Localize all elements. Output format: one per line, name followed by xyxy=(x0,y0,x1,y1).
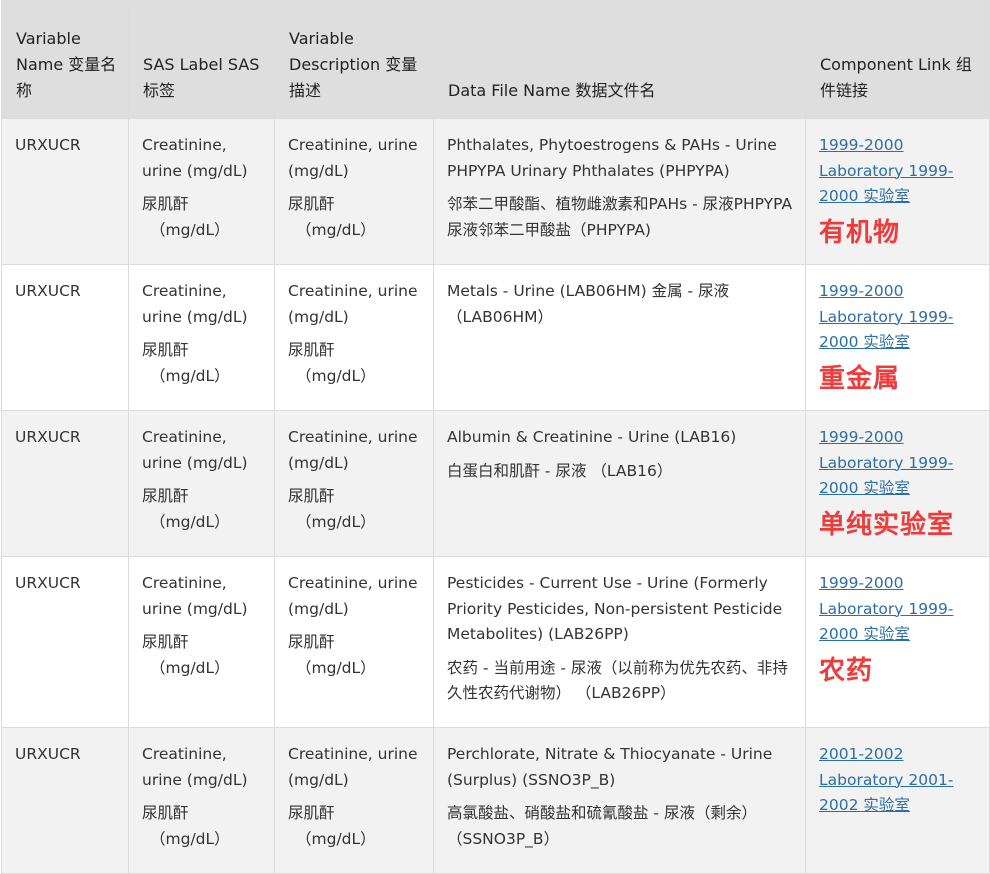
data-file-zh: 邻苯二甲酸酯、植物雌激素和PAHs - 尿液PHPYPA尿液邻苯二甲酸盐（PHP… xyxy=(447,195,793,239)
variable-name-cell: URXUCR xyxy=(1,410,129,557)
variable-name: URXUCR xyxy=(15,574,81,592)
description-cell: Creatinine, urine (mg/dL) 尿肌酐 （mg/dL） xyxy=(274,264,434,411)
sas-label-cell: Creatinine, urine (mg/dL) 尿肌酐 （mg/dL） xyxy=(128,118,275,265)
description-cell: Creatinine, urine (mg/dL) 尿肌酐 （mg/dL） xyxy=(274,556,434,728)
variable-name: URXUCR xyxy=(15,428,81,446)
sas-label-en: Creatinine, urine (mg/dL) xyxy=(142,574,248,618)
data-file-zh: 白蛋白和肌酐 - 尿液 （LAB16） xyxy=(447,461,673,480)
variable-name-cell: URXUCR xyxy=(1,556,129,728)
category-tag: 农药 xyxy=(819,655,874,686)
sas-label-zh: 尿肌酐 xyxy=(142,633,189,651)
data-file-cell: Pesticides - Current Use - Urine (Former… xyxy=(433,556,806,728)
description-unit: （mg/dL） xyxy=(296,658,376,677)
data-file-cell: Metals - Urine (LAB06HM) 金属 - 尿液（LAB06HM… xyxy=(433,264,806,411)
data-file-en: Phthalates, Phytoestrogens & PAHs - Urin… xyxy=(447,136,777,180)
header-sas-label: SAS Label SAS标签 xyxy=(128,0,275,119)
description-zh: 尿肌酐 xyxy=(288,804,335,822)
description-cell: Creatinine, urine (mg/dL) 尿肌酐 （mg/dL） xyxy=(274,410,434,557)
description-cell: Creatinine, urine (mg/dL) 尿肌酐 （mg/dL） xyxy=(274,118,434,265)
data-file-cell: Albumin & Creatinine - Urine (LAB16) 白蛋白… xyxy=(433,410,806,557)
variable-name: URXUCR xyxy=(15,745,81,763)
description-unit: （mg/dL） xyxy=(296,220,376,239)
header-component-link: Component Link 组件链接 xyxy=(805,0,990,119)
component-link[interactable]: 1999-2000 Laboratory 1999-2000 实验室 xyxy=(819,136,953,205)
variable-name: URXUCR xyxy=(15,136,81,154)
component-cell: 1999-2000 Laboratory 1999-2000 实验室 单纯实验室 xyxy=(805,410,990,557)
table-row: URXUCR Creatinine, urine (mg/dL) 尿肌酐 （mg… xyxy=(1,727,990,874)
component-cell: 1999-2000 Laboratory 1999-2000 实验室 农药 xyxy=(805,556,990,728)
component-cell: 1999-2000 Laboratory 1999-2000 实验室 重金属 xyxy=(805,264,990,411)
component-cell: 1999-2000 Laboratory 1999-2000 实验室 有机物 xyxy=(805,118,990,265)
sas-label-en: Creatinine, urine (mg/dL) xyxy=(142,282,248,326)
description-unit: （mg/dL） xyxy=(296,366,376,385)
sas-label-unit: （mg/dL） xyxy=(150,512,230,531)
sas-label-unit: （mg/dL） xyxy=(150,366,230,385)
description-cell: Creatinine, urine (mg/dL) 尿肌酐 （mg/dL） xyxy=(274,727,434,874)
variable-name: URXUCR xyxy=(15,282,81,300)
category-tag: 单纯实验室 xyxy=(819,509,955,540)
table-row: URXUCR Creatinine, urine (mg/dL) 尿肌酐 （mg… xyxy=(1,556,990,728)
sas-label-zh: 尿肌酐 xyxy=(142,195,189,213)
data-file-en: Metals - Urine (LAB06HM) 金属 - 尿液（LAB06HM… xyxy=(447,282,730,326)
variable-name-cell: URXUCR xyxy=(1,118,129,265)
sas-label-unit: （mg/dL） xyxy=(150,829,230,848)
variable-name-cell: URXUCR xyxy=(1,264,129,411)
sas-label-cell: Creatinine, urine (mg/dL) 尿肌酐 （mg/dL） xyxy=(128,727,275,874)
data-file-zh: 农药 - 当前用途 - 尿液（以前称为优先农药、非持久性农药代谢物） （LAB2… xyxy=(447,658,788,703)
description-en: Creatinine, urine (mg/dL) xyxy=(288,745,418,789)
category-tag: 有机物 xyxy=(819,217,901,248)
table-row: URXUCR Creatinine, urine (mg/dL) 尿肌酐 （mg… xyxy=(1,264,990,411)
data-file-en: Albumin & Creatinine - Urine (LAB16) xyxy=(447,428,737,446)
table-header-row: Variable Name 变量名称 SAS Label SAS标签 Varia… xyxy=(1,0,990,119)
description-zh: 尿肌酐 xyxy=(288,341,335,359)
description-zh: 尿肌酐 xyxy=(288,487,335,505)
variable-table: Variable Name 变量名称 SAS Label SAS标签 Varia… xyxy=(1,0,990,874)
data-file-en: Perchlorate, Nitrate & Thiocyanate - Uri… xyxy=(447,745,773,789)
data-file-en: Pesticides - Current Use - Urine (Former… xyxy=(447,574,783,643)
component-cell: 2001-2002 Laboratory 2001-2002 实验室 xyxy=(805,727,990,874)
description-en: Creatinine, urine (mg/dL) xyxy=(288,136,418,180)
sas-label-unit: （mg/dL） xyxy=(150,220,230,239)
sas-label-zh: 尿肌酐 xyxy=(142,487,189,505)
component-link[interactable]: 1999-2000 Laboratory 1999-2000 实验室 xyxy=(819,574,953,643)
description-zh: 尿肌酐 xyxy=(288,633,335,651)
component-link[interactable]: 1999-2000 Laboratory 1999-2000 实验室 xyxy=(819,282,953,351)
table-row: URXUCR Creatinine, urine (mg/dL) 尿肌酐 （mg… xyxy=(1,118,990,265)
sas-label-zh: 尿肌酐 xyxy=(142,341,189,359)
sas-label-en: Creatinine, urine (mg/dL) xyxy=(142,745,248,789)
description-en: Creatinine, urine (mg/dL) xyxy=(288,282,418,326)
description-en: Creatinine, urine (mg/dL) xyxy=(288,428,418,472)
data-file-cell: Phthalates, Phytoestrogens & PAHs - Urin… xyxy=(433,118,806,265)
variable-name-cell: URXUCR xyxy=(1,727,129,874)
description-en: Creatinine, urine (mg/dL) xyxy=(288,574,418,618)
description-zh: 尿肌酐 xyxy=(288,195,335,213)
sas-label-unit: （mg/dL） xyxy=(150,658,230,677)
sas-label-en: Creatinine, urine (mg/dL) xyxy=(142,428,248,472)
header-data-file-name: Data File Name 数据文件名 xyxy=(433,0,806,119)
sas-label-zh: 尿肌酐 xyxy=(142,804,189,822)
sas-label-cell: Creatinine, urine (mg/dL) 尿肌酐 （mg/dL） xyxy=(128,410,275,557)
description-unit: （mg/dL） xyxy=(296,512,376,531)
component-link[interactable]: 2001-2002 Laboratory 2001-2002 实验室 xyxy=(819,745,953,814)
sas-label-cell: Creatinine, urine (mg/dL) 尿肌酐 （mg/dL） xyxy=(128,264,275,411)
data-file-zh: 高氯酸盐、硝酸盐和硫氰酸盐 - 尿液（剩余）（SSNO3P_B） xyxy=(447,804,757,848)
header-variable-name: Variable Name 变量名称 xyxy=(1,0,129,119)
header-variable-description: Variable Description 变量描述 xyxy=(274,0,434,119)
category-tag: 重金属 xyxy=(819,363,901,394)
description-unit: （mg/dL） xyxy=(296,829,376,848)
component-link[interactable]: 1999-2000 Laboratory 1999-2000 实验室 xyxy=(819,428,953,497)
sas-label-cell: Creatinine, urine (mg/dL) 尿肌酐 （mg/dL） xyxy=(128,556,275,728)
sas-label-en: Creatinine, urine (mg/dL) xyxy=(142,136,248,180)
data-file-cell: Perchlorate, Nitrate & Thiocyanate - Uri… xyxy=(433,727,806,874)
table-row: URXUCR Creatinine, urine (mg/dL) 尿肌酐 （mg… xyxy=(1,410,990,557)
